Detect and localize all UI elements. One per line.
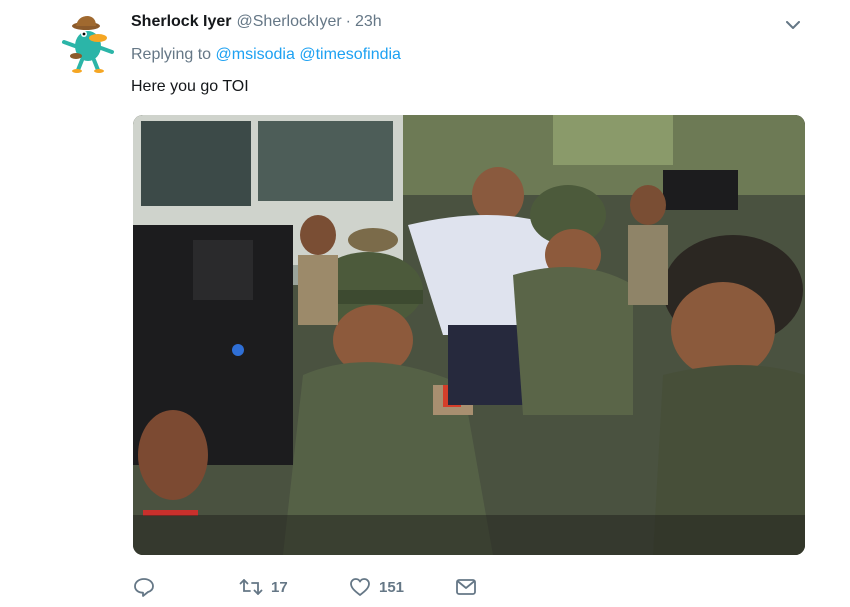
crowd-photo-image (133, 115, 805, 555)
tweet-header: Sherlock Iyer @SherlockIyer · 23h (131, 13, 382, 33)
avatar[interactable] (56, 12, 120, 76)
user-handle[interactable]: @SherlockIyer (237, 13, 342, 31)
mention-msisodia[interactable]: @msisodia (216, 46, 295, 63)
retweet-icon (239, 579, 263, 595)
retweet-count: 17 (271, 578, 288, 596)
platypus-detective-avatar-icon (62, 16, 114, 73)
reply-button[interactable] (133, 574, 163, 600)
replying-to-label: Replying to (131, 46, 212, 63)
direct-message-button[interactable] (455, 574, 477, 600)
retweet-button[interactable]: 17 (239, 574, 288, 600)
display-name[interactable]: Sherlock Iyer (131, 13, 232, 31)
separator-dot: · (345, 13, 351, 30)
direct-message-icon (456, 579, 476, 595)
reply-icon (134, 578, 154, 597)
tweet-photo[interactable] (133, 115, 805, 555)
like-button[interactable]: 151 (349, 574, 404, 600)
like-count: 151 (379, 578, 405, 596)
timestamp[interactable]: 23h (355, 13, 382, 31)
mention-timesofindia[interactable]: @timesofindia (299, 46, 401, 63)
tweet-text: Here you go TOI (131, 78, 249, 95)
replying-to: Replying to @msisodia @timesofindia (131, 46, 401, 64)
chevron-down-icon (786, 20, 800, 29)
tweet-menu-button[interactable] (782, 16, 804, 34)
heart-icon (350, 578, 370, 596)
